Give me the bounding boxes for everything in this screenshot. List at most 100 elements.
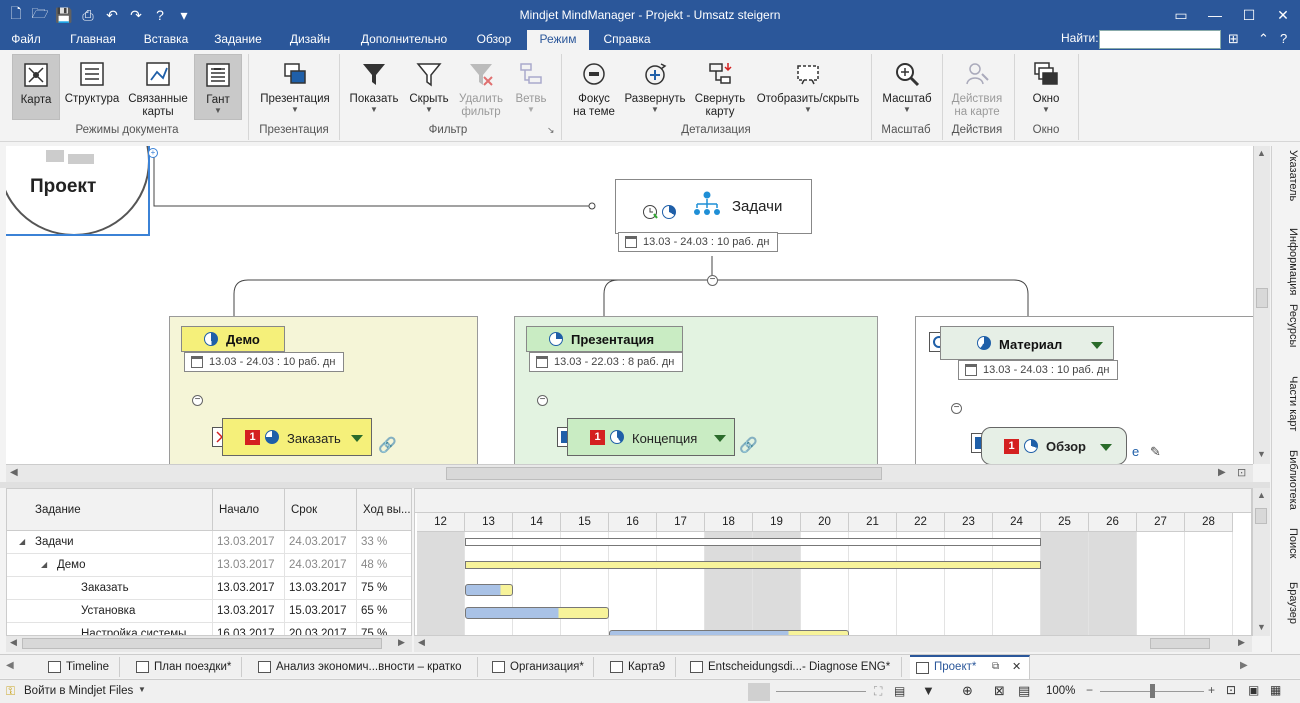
tab-design[interactable]: Дизайн [282,30,338,50]
show-filter-button[interactable]: Показать ▼ [346,54,402,120]
collapse-demo-icon[interactable]: − [192,395,203,406]
side-tab-search[interactable]: Поиск [1274,528,1299,578]
focus-topic-button[interactable]: Фокус на теме [568,54,620,124]
zoom-in-icon[interactable]: + [1208,683,1215,697]
fit-icon[interactable]: ⛶ [874,684,882,699]
demo-topic[interactable]: Демо [181,326,285,352]
hide-filter-button[interactable]: Скрыть ▼ [404,54,454,120]
link-icon[interactable]: 🔗 [739,436,758,454]
fit-page-icon[interactable]: ⊡ [1226,683,1236,697]
tab-task[interactable]: Задание [208,30,268,50]
side-tab-library[interactable]: Библиотека [1274,450,1299,524]
grid-cell-end[interactable]: 20.03.2017 [285,623,357,635]
web-link-icon[interactable]: e [1132,444,1139,459]
grid-cell-start[interactable]: 13.03.2017 [213,600,285,623]
doc-tab-organization[interactable]: Организация* [486,657,594,677]
help-icon[interactable]: ? [1280,31,1287,46]
map-canvas[interactable]: Проект + Задачи 13.03 - 24.03 : 10 раб. … [6,146,1253,464]
close-icon[interactable]: ✕ [1266,0,1300,30]
side-tab-resources[interactable]: Ресурсы [1274,304,1299,372]
zoom-out-icon[interactable]: − [1086,683,1093,697]
canvas-vertical-scrollbar[interactable]: ▲ ▼ [1253,146,1270,464]
expand-button[interactable]: Развернуть ▼ [622,54,688,120]
tab-advanced[interactable]: Дополнительно [352,30,456,50]
review-task-topic[interactable]: 1 Обзор [981,427,1127,464]
col-header-progress[interactable]: Ход вы... [357,489,411,531]
grid-cell-start[interactable]: 13.03.2017 [213,531,285,554]
outline-status-icon[interactable]: ▤ [1018,683,1030,699]
expand-status-icon[interactable]: ⊕ [962,683,973,699]
collapse-presentation-icon[interactable]: − [537,395,548,406]
grid-cell-name[interactable]: Задачи [7,531,213,554]
remove-filter-button[interactable]: Удалить фильтр [456,54,506,124]
fullscreen-icon[interactable]: ▣ [1248,683,1259,697]
grid-horizontal-scrollbar[interactable]: ◀ ▶ [6,636,412,652]
tab-home[interactable]: Главная [62,30,124,50]
login-mindjet-files[interactable]: Войти в Mindjet Files [24,685,133,697]
canvas-v-thumb[interactable] [1256,288,1268,308]
material-topic[interactable]: Материал [940,326,1114,360]
tabs-scroll-right-icon[interactable]: ▶ [1240,660,1248,671]
map-actions-button[interactable]: Действия на карте [946,54,1008,124]
doc-tab-timeline[interactable]: Timeline [42,657,120,677]
grid-cell-start[interactable]: 13.03.2017 [213,554,285,577]
doc-tab-trip-plan[interactable]: План поездки* [130,657,242,677]
col-header-end[interactable]: Срок [285,489,357,531]
canvas-h-thumb[interactable] [446,467,882,480]
grid-cell-progress[interactable]: 33 % [357,531,411,554]
find-input[interactable] [1099,30,1221,49]
tab-review[interactable]: Обзор [468,30,520,50]
collapse-material-icon[interactable]: − [951,403,962,414]
settings-status-icon[interactable]: ▦ [1270,683,1281,697]
canvas-horizontal-scrollbar[interactable]: ◀ ▶ ⊡ [6,464,1253,482]
minimize-icon[interactable]: — [1198,0,1232,30]
task-dropdown-icon[interactable] [351,435,363,442]
linked-maps-button[interactable]: Связанные карты [126,54,190,124]
tab-help[interactable]: Справка [596,30,658,50]
minimize-ribbon-icon[interactable]: ⌃ [1258,31,1269,47]
presentation-topic[interactable]: Презентация [526,326,683,352]
doc-tab-map9[interactable]: Карта9 [604,657,676,677]
side-tab-map-parts[interactable]: Части карт [1274,376,1299,446]
side-tab-info[interactable]: Информация [1274,228,1299,300]
grid-cell-end[interactable]: 24.03.2017 [285,554,357,577]
grid-cell-start[interactable]: 13.03.2017 [213,577,285,600]
grid-cell-progress[interactable]: 75 % [357,577,411,600]
grid-cell-end[interactable]: 24.03.2017 [285,531,357,554]
grid-cell-name[interactable]: Демо [7,554,213,577]
expand-handle-icon[interactable]: + [148,148,158,158]
task-dropdown-icon[interactable] [1100,444,1112,451]
col-header-start[interactable]: Начало [213,489,285,531]
collapse-tasks-icon[interactable]: − [707,275,718,286]
doc-tab-decision[interactable]: Entscheidungsdi...- Diagnose ENG* [684,657,902,677]
gantt-bar[interactable] [465,538,1041,546]
tasks-topic[interactable]: Задачи [615,179,812,234]
close-tab-icon[interactable]: ✕ [1012,657,1021,677]
undock-icon[interactable]: ⧉ [992,657,999,677]
doc-tab-project[interactable]: Проект* ⧉ ✕ [910,655,1030,679]
concept-task-topic[interactable]: 1 Концепция [567,418,735,456]
view-toggle-icon[interactable] [748,683,770,701]
col-header-task[interactable]: Задание [7,489,213,531]
map-view-status-icon[interactable]: ⊠ [994,683,1005,699]
maximize-icon[interactable]: ☐ [1232,0,1266,30]
gantt-bar[interactable] [465,607,609,619]
material-dropdown-icon[interactable] [1091,342,1103,349]
tabs-scroll-left-icon[interactable]: ◀ [6,660,14,671]
gantt-bar[interactable] [465,561,1041,569]
ribbon-options-icon[interactable]: ▭ [1164,0,1198,30]
doc-tab-analysis[interactable]: Анализ экономич...вности – кратко [252,657,478,677]
grid-cell-progress[interactable]: 65 % [357,600,411,623]
gantt-vertical-scrollbar[interactable]: ▲ ▼ [1252,488,1270,636]
presentation-dropdown-icon[interactable]: ▼ [256,106,334,114]
gantt-bar[interactable] [465,584,513,596]
gantt-horizontal-scrollbar[interactable]: ◀ ▶ [414,636,1252,652]
collapse-map-button[interactable]: Свернуть карту [690,54,750,124]
tab-view[interactable]: Режим [527,30,589,50]
show-hide-button[interactable]: Отобразить/скрыть ▼ [752,54,864,120]
tab-file[interactable]: Файл [4,30,48,50]
map-mode-button[interactable]: Карта [12,54,60,120]
outline-mode-button[interactable]: Структура [62,54,122,120]
layout-icon[interactable]: ▤ [894,684,905,698]
side-tab-index[interactable]: Указатель [1274,150,1299,224]
